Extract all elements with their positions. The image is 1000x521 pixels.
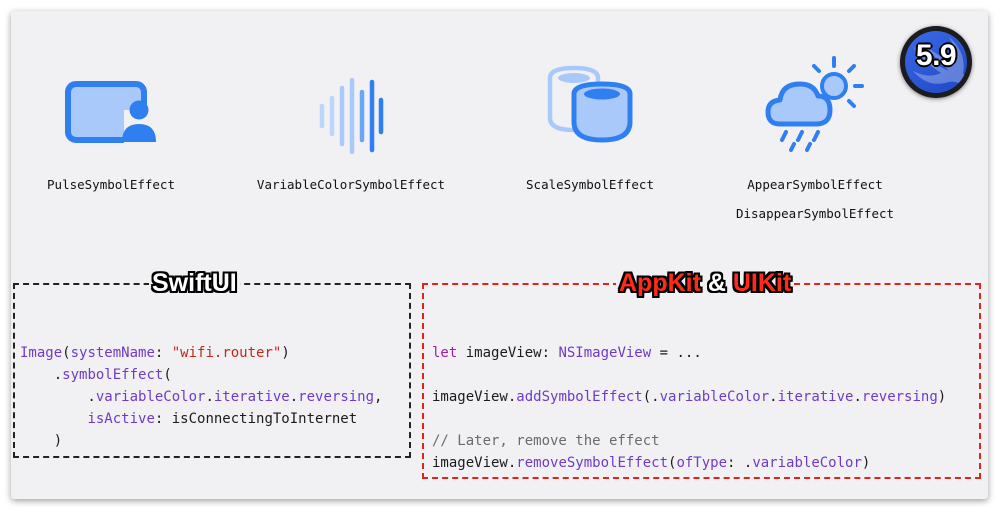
swift-version-badge: 5.9 [900,26,972,98]
appkit-uikit-title: AppKit & UIKit [616,265,795,301]
effect-label-appear: AppearSymbolEffect [747,177,883,192]
effect-label-disappear: DisappearSymbolEffect [735,206,895,221]
swiftui-title: SwiftUI [149,265,240,301]
cloud-sun-rain-icon [765,56,864,152]
waveform-icon [319,78,384,154]
swiftui-code: Image(systemName: "wifi.router") .symbol… [20,345,383,449]
effect-label-variable-color: VariableColorSymbolEffect [256,177,446,192]
version-label: 5.9 [915,39,957,72]
person-screen-icon [65,81,160,150]
cylinder-scale-icon [547,65,633,143]
effect-label-pulse: PulseSymbolEffect [47,177,175,192]
appkit-code: let imageView: NSImageView = ... imageVi… [432,345,947,471]
effect-label-scale: ScaleSymbolEffect [526,177,654,192]
